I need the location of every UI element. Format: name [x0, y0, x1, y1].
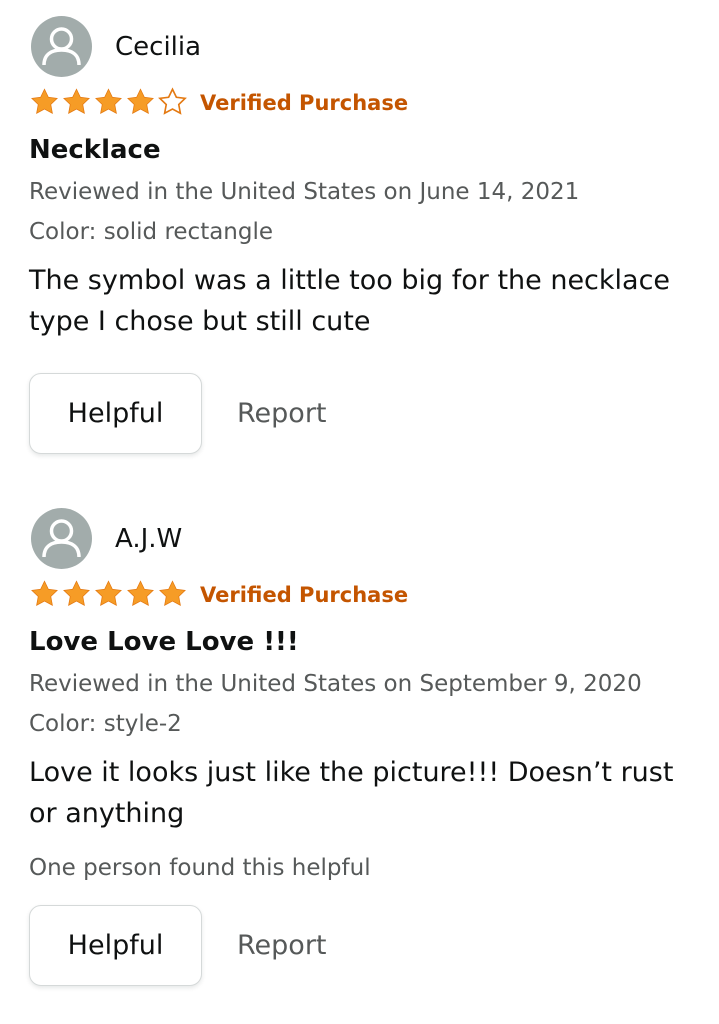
- review-body: The symbol was a little too big for the …: [29, 265, 671, 337]
- review-body: Love it looks just like the picture!!! D…: [29, 757, 674, 829]
- helpful-button[interactable]: Helpful: [29, 373, 202, 454]
- report-link[interactable]: Report: [237, 394, 327, 434]
- star-outline-icon: [157, 87, 188, 117]
- avatar: [31, 508, 92, 569]
- star-filled-icon: [157, 579, 188, 609]
- helpful-count: One person found this helpful: [29, 855, 371, 881]
- verified-purchase-badge[interactable]: Verified Purchase: [200, 580, 408, 610]
- review-date: Reviewed in the United States on Septemb…: [29, 671, 642, 697]
- helpful-button[interactable]: Helpful: [29, 905, 202, 986]
- star-rating: [29, 579, 188, 609]
- reviewer-name: A.J.W: [115, 524, 183, 554]
- star-rating: [29, 87, 188, 117]
- star-filled-icon: [29, 87, 60, 117]
- person-icon: [42, 519, 81, 558]
- report-link[interactable]: Report: [237, 926, 327, 966]
- review-date: Reviewed in the United States on June 14…: [29, 179, 580, 205]
- review-variant: Color: style-2: [29, 711, 182, 737]
- star-filled-icon: [125, 579, 156, 609]
- star-filled-icon: [93, 579, 124, 609]
- star-filled-icon: [61, 87, 92, 117]
- star-filled-icon: [125, 87, 156, 117]
- person-icon: [42, 27, 81, 66]
- star-filled-icon: [61, 579, 92, 609]
- reviewer-name: Cecilia: [115, 32, 202, 62]
- review-variant: Color: solid rectangle: [29, 219, 274, 245]
- review-title: Necklace: [29, 135, 161, 165]
- review-title: Love Love Love !!!: [29, 627, 299, 657]
- verified-purchase-badge[interactable]: Verified Purchase: [200, 88, 408, 118]
- star-filled-icon: [93, 87, 124, 117]
- avatar: [31, 16, 92, 77]
- star-filled-icon: [29, 579, 60, 609]
